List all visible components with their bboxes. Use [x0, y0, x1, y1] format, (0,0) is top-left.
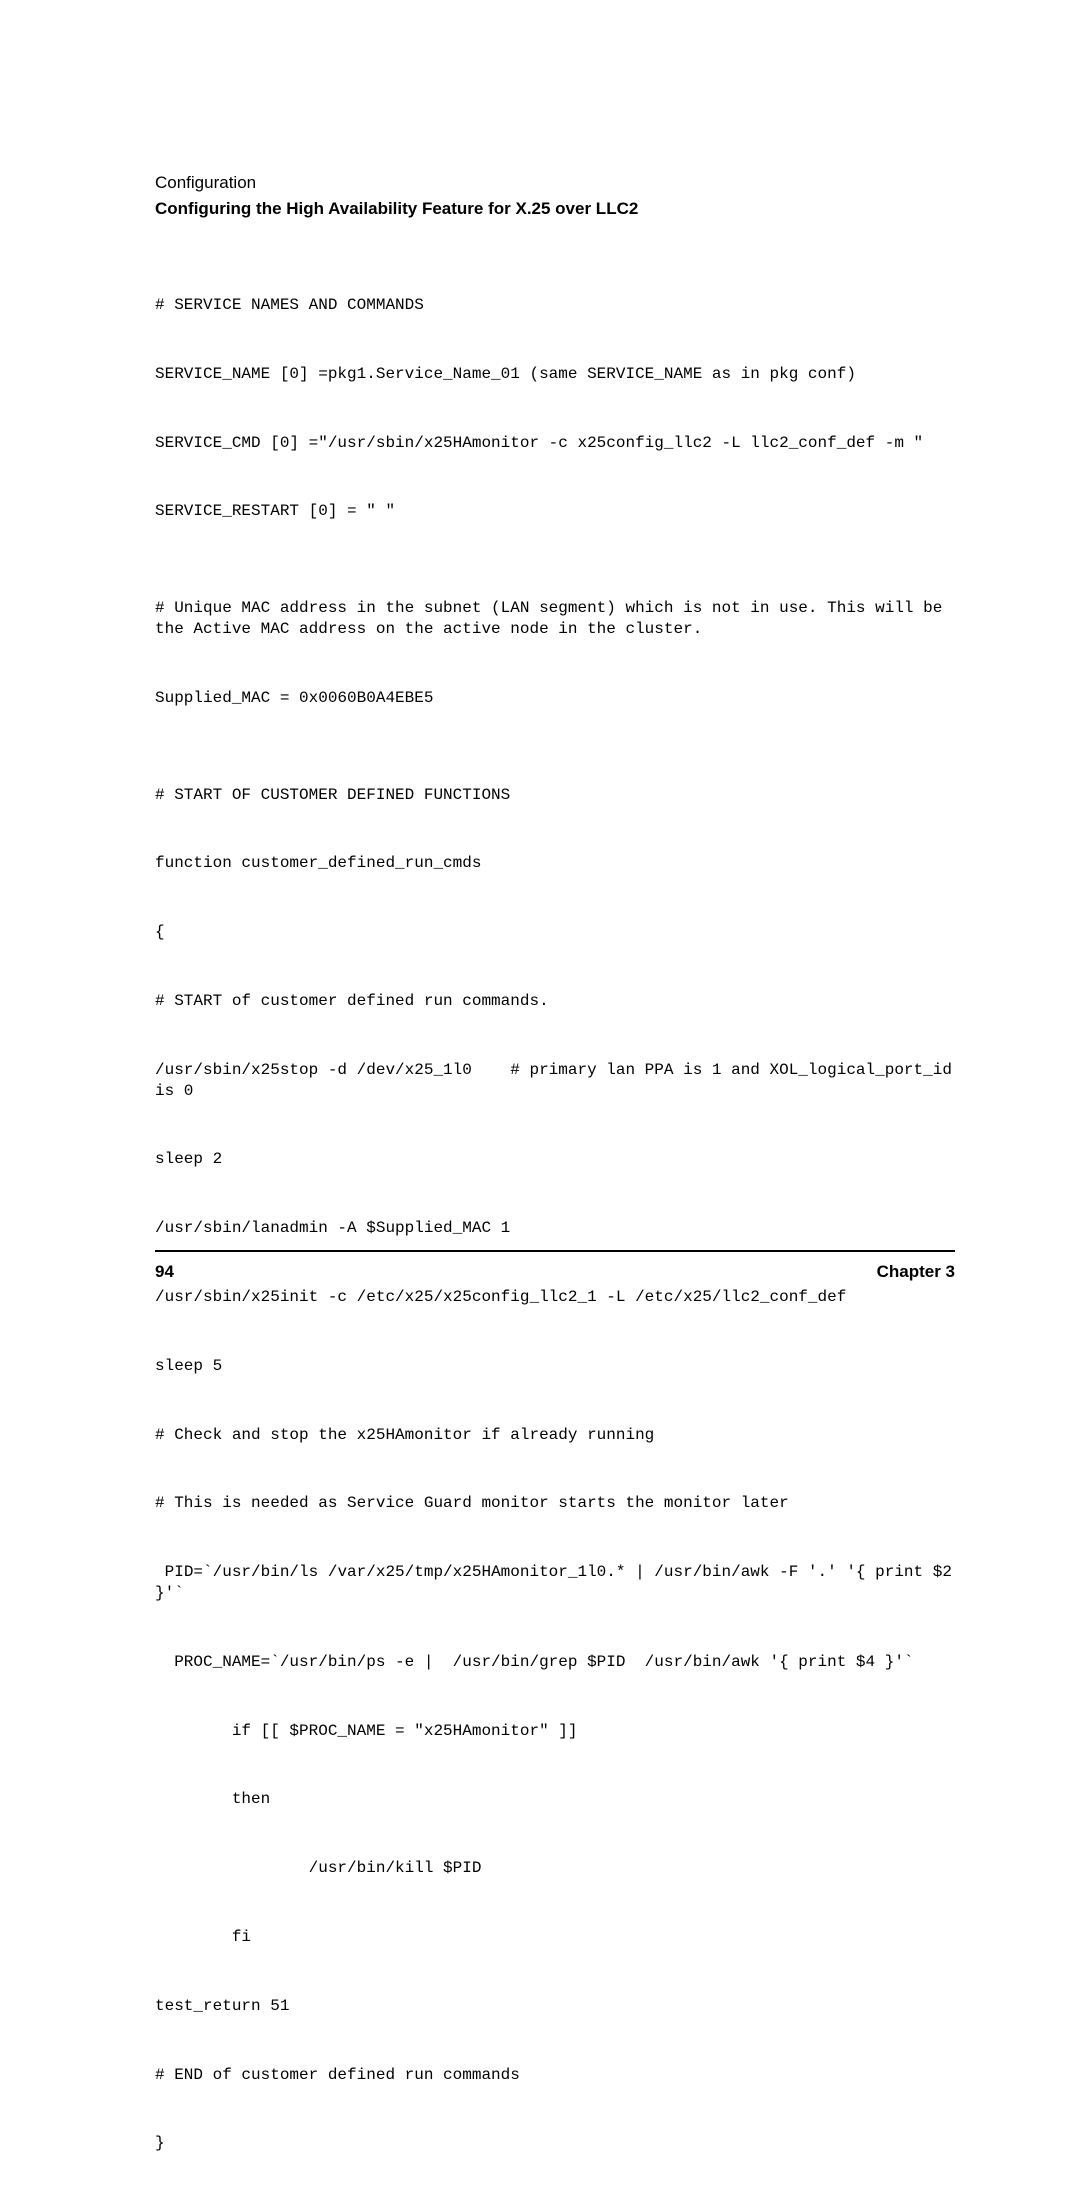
page-header: Configuration Configuring the High Avail…	[155, 170, 955, 221]
code-line: # SERVICE NAMES AND COMMANDS	[155, 295, 955, 316]
page-number: 94	[155, 1262, 174, 1282]
code-line: # Check and stop the x25HAmonitor if alr…	[155, 1425, 955, 1446]
code-line: # Unique MAC address in the subnet (LAN …	[155, 598, 955, 640]
code-line: /usr/sbin/x25stop -d /dev/x25_1l0 # prim…	[155, 1060, 955, 1102]
code-line: # This is needed as Service Guard monito…	[155, 1493, 955, 1514]
code-line: sleep 2	[155, 1149, 955, 1170]
code-line: SERVICE_CMD [0] ="/usr/sbin/x25HAmonitor…	[155, 433, 955, 454]
code-line: {	[155, 922, 955, 943]
code-line: /usr/bin/kill $PID	[155, 1858, 955, 1879]
code-line: then	[155, 1789, 955, 1810]
code-line: sleep 5	[155, 1356, 955, 1377]
header-section-label: Configuration	[155, 170, 955, 196]
code-line: PROC_NAME=`/usr/bin/ps -e | /usr/bin/gre…	[155, 1652, 955, 1673]
code-line: function customer_defined_run_cmds	[155, 853, 955, 874]
code-line: # START OF CUSTOMER DEFINED FUNCTIONS	[155, 785, 955, 806]
code-line: SERVICE_NAME [0] =pkg1.Service_Name_01 (…	[155, 364, 955, 385]
code-line: test_return 51	[155, 1996, 955, 2017]
code-line: fi	[155, 1927, 955, 1948]
code-listing: # SERVICE NAMES AND COMMANDS SERVICE_NAM…	[155, 259, 955, 2202]
code-line: if [[ $PROC_NAME = "x25HAmonitor" ]]	[155, 1721, 955, 1742]
footer-row: 94 Chapter 3	[155, 1262, 955, 1282]
page-footer: 94 Chapter 3	[155, 1250, 955, 1282]
footer-rule	[155, 1250, 955, 1252]
code-line: # END of customer defined run commands	[155, 2065, 955, 2086]
code-line: }	[155, 2133, 955, 2154]
code-line: PID=`/usr/bin/ls /var/x25/tmp/x25HAmonit…	[155, 1562, 955, 1604]
code-line: SERVICE_RESTART [0] = " "	[155, 501, 955, 522]
code-line: /usr/sbin/lanadmin -A $Supplied_MAC 1	[155, 1218, 955, 1239]
code-line: # START of customer defined run commands…	[155, 991, 955, 1012]
code-line: /usr/sbin/x25init -c /etc/x25/x25config_…	[155, 1287, 955, 1308]
page: Configuration Configuring the High Avail…	[0, 0, 1080, 1397]
header-title: Configuring the High Availability Featur…	[155, 196, 955, 222]
code-line: Supplied_MAC = 0x0060B0A4EBE5	[155, 688, 955, 709]
chapter-label: Chapter 3	[877, 1262, 955, 1282]
